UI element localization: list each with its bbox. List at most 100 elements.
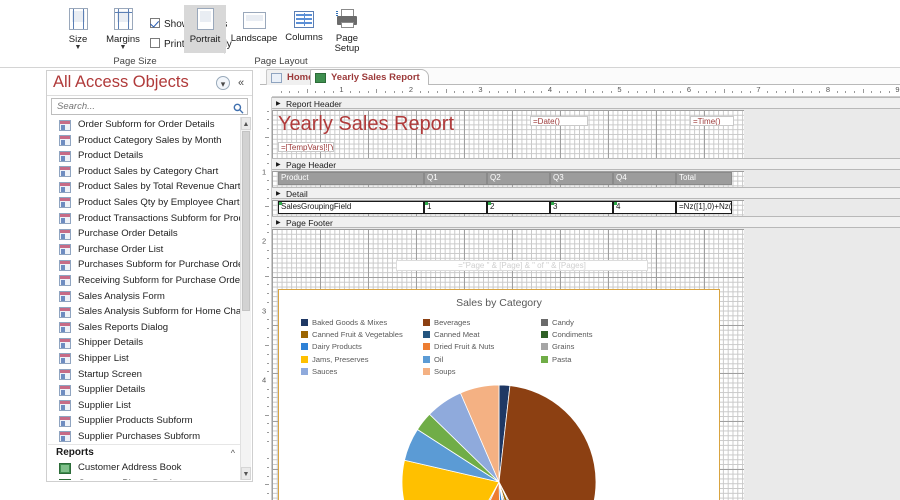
band-label-detail: Detail [286,189,308,199]
margins-button[interactable]: Margins ▼ [100,8,146,51]
columns-button[interactable]: Columns [282,5,326,53]
nav-item[interactable]: Purchase Order List [48,242,251,258]
scrollbar-thumb[interactable] [242,131,250,311]
nav-item[interactable]: Product Sales by Category Chart [48,164,251,180]
ruler-tick [267,197,269,199]
chevron-down-icon[interactable]: ▾ [216,76,230,90]
legend-item: Dried Fruit & Nuts [423,342,541,351]
nav-item[interactable]: Sales Analysis Subform for Home Chart [48,304,251,320]
legend-swatch [541,355,548,363]
search-box[interactable] [51,98,248,115]
control-q3-textbox[interactable]: 3 [550,201,613,214]
chevron-up-icon[interactable]: ^ [231,445,235,461]
scroll-up-arrow[interactable]: ▲ [241,117,251,130]
group-label-page-layout: Page Layout [254,56,308,67]
legend-swatch [301,343,308,351]
nav-item[interactable]: Startup Screen [48,367,251,383]
nav-group-reports[interactable]: Reports ^ [48,444,251,461]
ruler-tick [306,89,308,93]
band-header-page-header[interactable]: Page Header [272,158,900,171]
document-tab-strip: Home Yearly Sales Report [260,68,900,85]
ruler-tick [367,91,369,93]
control-report-title[interactable]: Yearly Sales Report [278,114,454,134]
control-label-q1[interactable]: Q1 [424,172,487,185]
nav-item[interactable]: Supplier List [48,398,251,414]
control-q2-textbox[interactable]: 2 [487,201,550,214]
ruler-tick [862,89,864,93]
nav-item[interactable]: Product Sales by Total Revenue Chart [48,179,251,195]
control-page-number-textbox[interactable]: ="Page " & [Page] & " of " & [Pages] [396,260,648,271]
control-q1-textbox[interactable]: 1 [424,201,487,214]
ruler-tick [489,91,491,93]
ruler-tick [402,91,404,93]
ruler-number: 2 [262,236,267,246]
nav-item[interactable]: Shipper Details [48,335,251,351]
nav-item-label: Product Category Sales by Month [78,134,222,146]
landscape-button[interactable]: Landscape [228,5,280,53]
form-object-icon [59,135,71,147]
ruler-tick [265,275,269,277]
ruler-tick [267,336,269,338]
ruler-number: 5 [617,85,622,94]
control-total-textbox[interactable]: =Nz([1],0)+Nz([ [676,201,732,214]
nav-item[interactable]: Shipper List [48,351,251,367]
control-label-q2[interactable]: Q2 [487,172,550,185]
control-date-textbox[interactable]: =Date() [530,116,588,126]
ruler-tick [610,91,612,93]
total-text: =Nz([1],0)+Nz([ [679,202,732,211]
control-label-q4[interactable]: Q4 [613,172,676,185]
nav-item[interactable]: Purchases Subform for Purchase Order Det… [48,257,251,273]
control-q4-textbox[interactable]: 4 [613,201,676,214]
search-icon[interactable] [233,101,244,114]
double-chevron-left-icon[interactable]: « [234,76,248,90]
navigation-object-list[interactable]: Order Subform for Order Details Product C… [48,117,251,480]
ruler-number: 3 [262,306,267,315]
control-sales-by-category-chart[interactable]: Sales by Category Baked Goods & Mixes Bev… [278,289,720,500]
ruler-tick [723,89,725,93]
nav-item-label: Order Subform for Order Details [78,119,215,130]
control-label-total[interactable]: Total [676,172,732,185]
navigation-pane-scrollbar[interactable]: ▲ ▼ [240,117,251,480]
nav-item[interactable]: Supplier Purchases Subform [48,429,251,445]
margins-dropdown-arrow[interactable]: ▼ [100,44,146,51]
checkbox-checked-icon [150,18,160,28]
search-input[interactable] [55,99,223,114]
pie-chart-area [279,382,719,500]
size-dropdown-arrow[interactable]: ▼ [58,44,98,51]
page-setup-button[interactable]: Page Setup [326,5,368,57]
tab-yearly-sales-report[interactable]: Yearly Sales Report [310,69,429,85]
band-header-report-header[interactable]: Report Header [272,97,900,110]
nav-item[interactable]: Customer Phone Book [48,476,251,480]
nav-item[interactable]: Purchase Order Details [48,226,251,242]
control-time-textbox[interactable]: =Time() [690,116,734,126]
control-label-product[interactable]: Product [278,172,424,185]
legend-swatch [301,367,308,375]
nav-item[interactable]: Product Transactions Subform for Product… [48,211,251,227]
control-tempvars-textbox[interactable]: =[TempVars]![Year] [278,142,334,152]
ruler-tick [267,353,269,355]
nav-item[interactable]: Product Details [48,148,251,164]
band-header-detail[interactable]: Detail [272,187,900,200]
nav-item[interactable]: Supplier Details [48,382,251,398]
nav-item-label: Shipper List [78,352,129,364]
nav-item[interactable]: Product Sales Qty by Employee Chart [48,195,251,211]
page-setup-label-2: Setup [334,42,360,54]
scroll-down-arrow[interactable]: ▼ [241,467,251,480]
control-label-q3[interactable]: Q3 [550,172,613,185]
portrait-button[interactable]: Portrait [184,5,226,53]
size-button[interactable]: Size ▼ [58,8,98,51]
nav-item[interactable]: Order Subform for Order Details [48,117,251,133]
nav-item[interactable]: Sales Analysis Form [48,289,251,305]
legend-swatch [423,319,430,326]
ruler-tick [267,284,269,286]
nav-item[interactable]: Product Category Sales by Month [48,133,251,149]
band-header-page-footer[interactable]: Page Footer [272,216,900,229]
report-design-canvas[interactable]: Report Header Yearly Sales Report =Date(… [272,97,900,500]
ruler-tick [880,91,882,93]
control-salesgroupingfield-textbox[interactable]: SalesGroupingField [278,201,424,214]
nav-item[interactable]: Sales Reports Dialog [48,320,251,336]
nav-item[interactable]: Supplier Products Subform [48,413,251,429]
legend-swatch [423,355,430,363]
nav-item[interactable]: Customer Address Book [48,460,251,476]
nav-item[interactable]: Receiving Subform for Purchase Order Det… [48,273,251,289]
